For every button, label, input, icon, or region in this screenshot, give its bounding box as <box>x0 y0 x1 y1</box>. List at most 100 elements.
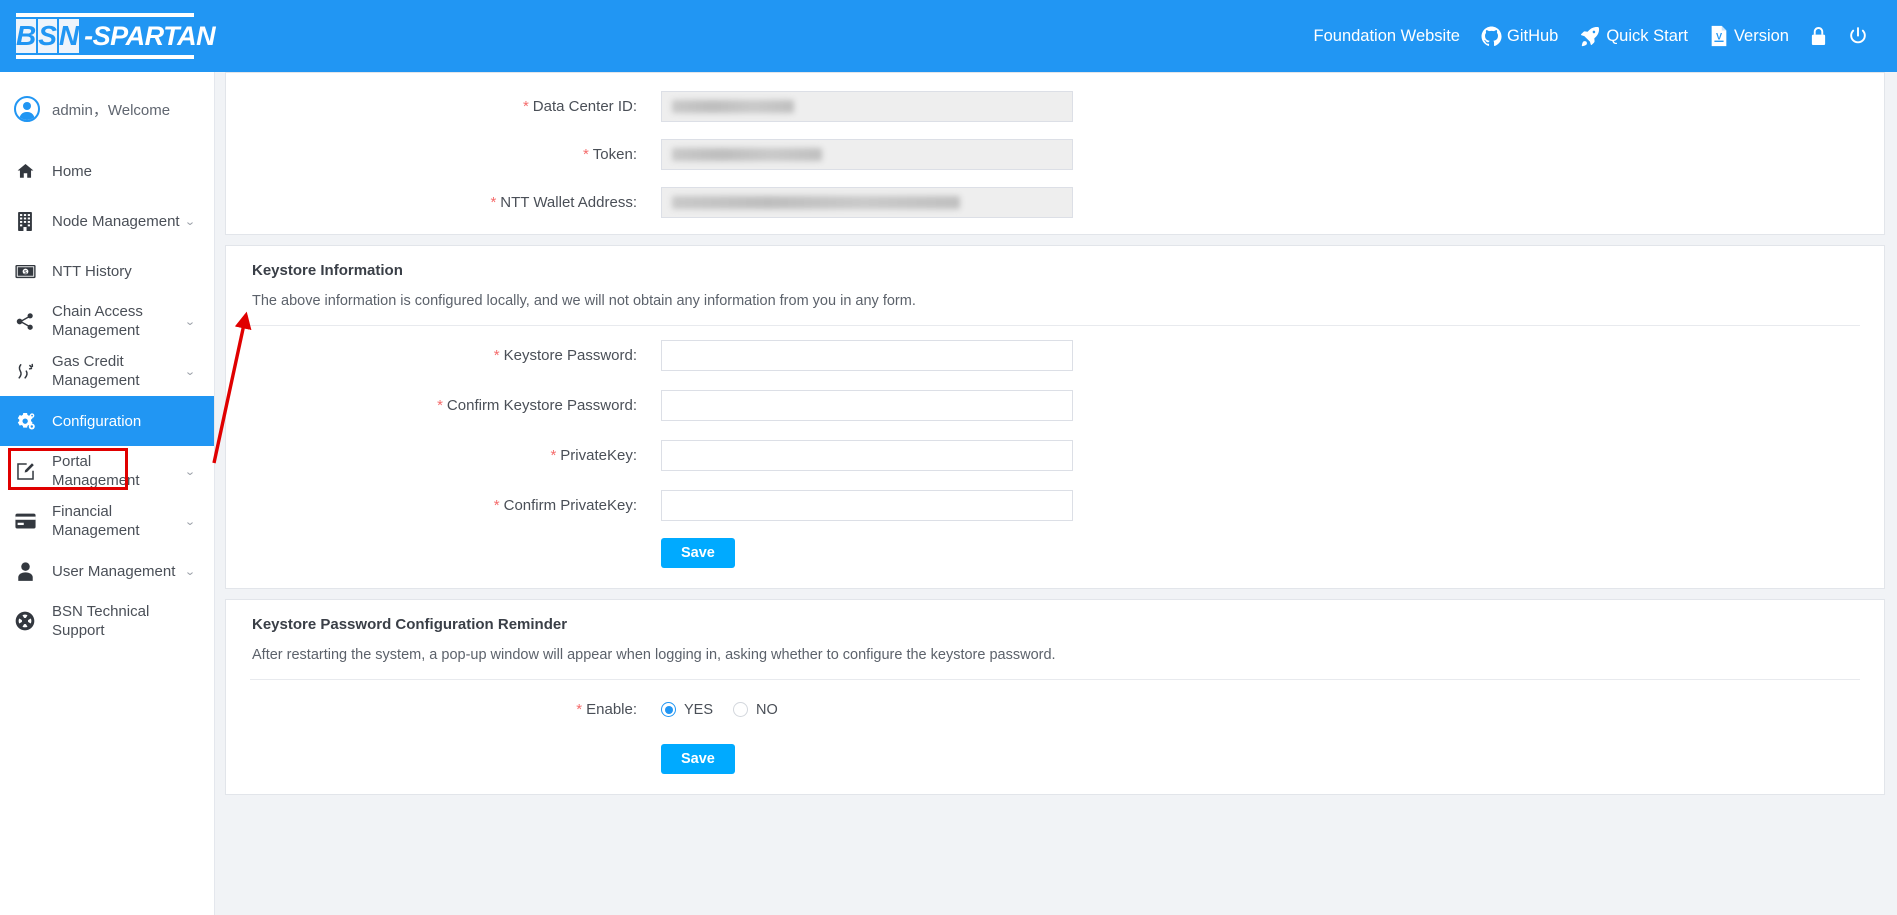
nav-foundation-website-label: Foundation Website <box>1314 27 1460 46</box>
nav-power-logout[interactable] <box>1841 22 1875 50</box>
field-control-confirm-privatekey <box>661 490 1073 521</box>
sidebar-item-financial-management[interactable]: Financial Management ⌄ <box>0 496 214 546</box>
field-row-keystore-password: *Keystore Password: <box>226 340 1884 371</box>
user-icon <box>14 561 36 581</box>
reminder-divider <box>250 679 1860 680</box>
enable-radio-no[interactable]: NO <box>733 702 778 718</box>
required-asterisk: * <box>490 194 496 211</box>
data-center-id-input[interactable] <box>661 91 1073 122</box>
power-icon <box>1848 26 1868 46</box>
keystore-password-input[interactable] <box>661 340 1073 371</box>
ntt-wallet-address-input[interactable] <box>661 187 1073 218</box>
privatekey-input[interactable] <box>661 440 1073 471</box>
sidebar-item-portal-management[interactable]: Portal Management ⌄ <box>0 446 214 496</box>
sidebar: admin，Welcome Home <box>0 72 215 915</box>
field-label-ntt-wallet-address: *NTT Wallet Address: <box>226 194 661 211</box>
building-icon <box>14 211 36 231</box>
logo-top-bar <box>16 13 194 17</box>
field-label-data-center-id: *Data Center ID: <box>226 98 661 115</box>
enable-radio-no-label: NO <box>756 702 778 718</box>
enable-radio-group: YES NO <box>661 694 778 725</box>
sidebar-item-gas-credit-management-caret: ⌄ <box>184 365 202 378</box>
gas-icon <box>14 361 36 381</box>
field-label-privatekey: *PrivateKey: <box>226 447 661 464</box>
nav-github[interactable]: GitHub <box>1474 22 1565 51</box>
field-label-data-center-id-text: Data Center ID: <box>533 98 637 115</box>
sidebar-item-user-management-label: User Management <box>52 562 182 581</box>
field-control-privatekey <box>661 440 1073 471</box>
confirm-privatekey-input[interactable] <box>661 490 1073 521</box>
token-input[interactable] <box>661 139 1073 170</box>
sidebar-item-home[interactable]: Home <box>0 146 214 196</box>
redacted-value <box>672 148 822 161</box>
sidebar-item-portal-management-caret: ⌄ <box>184 465 202 478</box>
confirm-keystore-password-input[interactable] <box>661 390 1073 421</box>
keystore-actions-control: Save <box>661 538 735 568</box>
sidebar-item-portal-management-label: Portal Management <box>52 452 182 490</box>
field-label-confirm-privatekey-text: Confirm PrivateKey: <box>504 497 637 514</box>
field-label-confirm-keystore-password-text: Confirm Keystore Password: <box>447 397 637 414</box>
field-row-data-center-id: *Data Center ID: <box>226 91 1884 122</box>
lock-icon <box>1810 27 1827 46</box>
svg-text:$: $ <box>24 269 27 275</box>
sidebar-item-home-label: Home <box>52 162 182 181</box>
required-asterisk: * <box>523 98 529 115</box>
radio-selected-icon <box>661 702 676 717</box>
nav-lock[interactable] <box>1803 23 1834 50</box>
sidebar-item-ntt-history-label: NTT History <box>52 262 182 281</box>
app-header: B S N -SPARTAN Foundation Website GitHub <box>0 0 1897 72</box>
field-label-token: *Token: <box>226 146 661 163</box>
nav-version[interactable]: V Version <box>1702 21 1796 51</box>
keystore-information-card: Keystore Information The above informati… <box>225 245 1885 589</box>
reminder-section-title: Keystore Password Configuration Reminder <box>226 616 1884 633</box>
sidebar-item-bsn-technical-support[interactable]: BSN Technical Support <box>0 596 214 646</box>
sidebar-item-chain-access-management[interactable]: Chain Access Management ⌄ <box>0 296 214 346</box>
sidebar-item-node-management-label: Node Management <box>52 212 182 231</box>
sidebar-nav-list: Home Node Management ⌄ <box>0 146 214 646</box>
reminder-actions-control: Save <box>661 744 735 774</box>
keystore-save-button[interactable]: Save <box>661 538 735 568</box>
reminder-save-button[interactable]: Save <box>661 744 735 774</box>
logo-middle: B S N -SPARTAN <box>16 19 194 53</box>
field-label-keystore-password: *Keystore Password: <box>226 347 661 364</box>
basic-info-card: *Data Center ID: *Token: *NTT Wallet Add… <box>225 72 1885 235</box>
app-logo[interactable]: B S N -SPARTAN <box>16 13 194 59</box>
nav-foundation-website[interactable]: Foundation Website <box>1307 23 1467 50</box>
sidebar-item-configuration[interactable]: Configuration <box>0 396 214 446</box>
reminder-actions-row: Save <box>226 744 1884 774</box>
sidebar-item-financial-management-label: Financial Management <box>52 502 182 540</box>
share-icon <box>14 311 36 331</box>
field-label-confirm-keystore-password: *Confirm Keystore Password: <box>226 397 661 414</box>
gears-icon <box>14 411 36 431</box>
required-asterisk: * <box>494 347 500 364</box>
home-icon <box>14 161 36 181</box>
required-asterisk: * <box>576 701 582 718</box>
redacted-value <box>672 100 794 113</box>
field-label-ntt-wallet-address-text: NTT Wallet Address: <box>500 194 637 211</box>
field-row-ntt-wallet-address: *NTT Wallet Address: <box>226 187 1884 218</box>
required-asterisk: * <box>583 146 589 163</box>
field-control-data-center-id <box>661 91 1073 122</box>
field-control-ntt-wallet-address <box>661 187 1073 218</box>
sidebar-item-bsn-technical-support-label: BSN Technical Support <box>52 602 182 640</box>
sidebar-item-node-management[interactable]: Node Management ⌄ <box>0 196 214 246</box>
field-row-confirm-privatekey: *Confirm PrivateKey: <box>226 490 1884 521</box>
field-control-keystore-password <box>661 340 1073 371</box>
sidebar-item-gas-credit-management[interactable]: Gas Credit Management ⌄ <box>0 346 214 396</box>
reminder-section-description: After restarting the system, a pop-up wi… <box>226 647 1884 663</box>
logo-word: -SPARTAN <box>84 19 215 53</box>
nav-quick-start[interactable]: Quick Start <box>1572 21 1695 51</box>
field-control-confirm-keystore-password <box>661 390 1073 421</box>
sidebar-item-node-management-caret: ⌄ <box>184 215 202 228</box>
enable-radio-yes[interactable]: YES <box>661 702 713 718</box>
header-nav: Foundation Website GitHub Quick Start <box>1307 21 1875 51</box>
sidebar-user[interactable]: admin，Welcome <box>0 78 214 140</box>
lifebuoy-icon <box>14 611 36 631</box>
sidebar-item-configuration-label: Configuration <box>52 412 182 431</box>
version-document-icon: V <box>1709 25 1729 47</box>
keystore-section-description: The above information is configured loca… <box>226 293 1884 309</box>
sidebar-item-user-management[interactable]: User Management ⌄ <box>0 546 214 596</box>
sidebar-item-ntt-history[interactable]: $ NTT History <box>0 246 214 296</box>
field-control-token <box>661 139 1073 170</box>
required-asterisk: * <box>550 447 556 464</box>
